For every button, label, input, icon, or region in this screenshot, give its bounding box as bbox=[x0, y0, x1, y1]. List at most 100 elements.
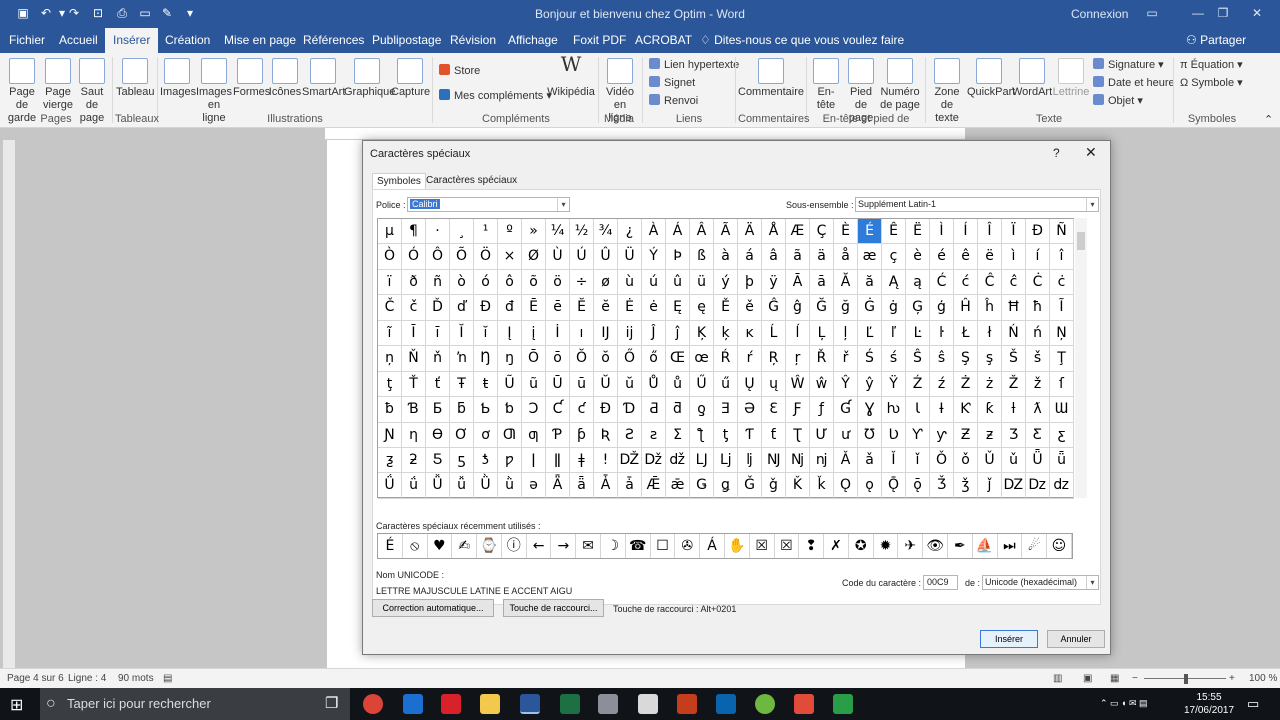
symbol-cell[interactable]: Ǚ bbox=[426, 473, 450, 499]
symbol-cell[interactable]: ǜ bbox=[498, 473, 522, 499]
symbol-cell[interactable]: š bbox=[1026, 346, 1050, 372]
symbol-cell[interactable]: ž bbox=[1026, 371, 1050, 398]
symbol-cell[interactable]: ú bbox=[642, 269, 666, 296]
symbol-cell[interactable]: ¸ bbox=[450, 219, 474, 245]
symbol-cell[interactable]: æ bbox=[858, 244, 882, 270]
tab-foxit-pdf[interactable]: Foxit PDF bbox=[573, 33, 626, 47]
symbol-cell[interactable]: Ĭ bbox=[450, 320, 474, 347]
symbol-cell[interactable]: ŏ bbox=[594, 346, 618, 372]
symbol-cell[interactable]: Â bbox=[690, 219, 714, 245]
symbol-cell[interactable]: Ǒ bbox=[930, 447, 954, 474]
symbol-cell[interactable]: Ǝ bbox=[714, 397, 738, 423]
symbol-cell[interactable]: đ bbox=[498, 295, 522, 321]
symbol-cell[interactable]: ı bbox=[570, 320, 594, 347]
symbol-cell[interactable]: Ɵ bbox=[426, 422, 450, 448]
symbol-cell[interactable]: ƞ bbox=[402, 422, 426, 448]
commentaire-button[interactable]: Commentaire bbox=[738, 58, 804, 99]
symbol-cell[interactable]: ù bbox=[618, 269, 642, 296]
symbol-cell[interactable]: Ő bbox=[618, 346, 642, 372]
proofing-icon[interactable]: ▤ bbox=[163, 673, 172, 684]
symbol-cell[interactable]: Ĩ bbox=[1050, 295, 1074, 321]
symbol-cell[interactable]: Ķ bbox=[690, 320, 714, 347]
tell-me-search[interactable]: ♢ Dites-nous ce que vous voulez faire bbox=[700, 33, 904, 47]
symbol-cell[interactable]: ǚ bbox=[450, 473, 474, 499]
tab-affichage[interactable]: Affichage bbox=[508, 33, 558, 47]
symbol-cell[interactable]: Ů bbox=[642, 371, 666, 398]
symbol-cell[interactable]: Ġ bbox=[858, 295, 882, 321]
app-icon[interactable] bbox=[598, 694, 618, 714]
code-format-select[interactable]: Unicode (hexadécimal) ▾ bbox=[982, 575, 1099, 590]
symbol-cell[interactable]: Ʒ bbox=[1002, 422, 1026, 448]
symbol-cell[interactable]: Đ bbox=[474, 295, 498, 321]
symbol-cell[interactable]: ŧ bbox=[474, 371, 498, 398]
symbol-cell[interactable]: ǭ bbox=[906, 473, 930, 499]
signature-button[interactable]: Signature ▾ bbox=[1093, 58, 1164, 71]
zoom-slider-thumb[interactable] bbox=[1184, 674, 1188, 684]
formes-button[interactable]: Formes bbox=[233, 58, 270, 99]
symbol-cell[interactable]: ă bbox=[858, 269, 882, 296]
images-button[interactable]: Images bbox=[160, 58, 196, 99]
symbol-cell[interactable]: ĕ bbox=[594, 295, 618, 321]
symbol-cell[interactable]: ę bbox=[690, 295, 714, 321]
symbol-cell[interactable]: ũ bbox=[522, 371, 546, 398]
symbol-cell[interactable]: ń bbox=[1026, 320, 1050, 347]
symbol-cell[interactable]: Ž bbox=[1002, 371, 1026, 398]
symbol-cell[interactable]: î bbox=[1050, 244, 1074, 270]
chrome-icon[interactable] bbox=[363, 694, 383, 714]
symbol-cell[interactable]: Ɓ bbox=[402, 397, 426, 423]
symbol-cell[interactable]: ǟ bbox=[570, 473, 594, 499]
symbol-cell[interactable]: ĥ bbox=[978, 295, 1002, 321]
symbol-cell[interactable]: ư bbox=[834, 422, 858, 448]
shortcut-key-button[interactable]: Touche de raccourci... bbox=[503, 599, 604, 617]
notifications-icon[interactable]: ▭ bbox=[1247, 696, 1259, 712]
symbol-cell[interactable]: ¾ bbox=[594, 219, 618, 245]
symbol-grid[interactable]: µ ¶ · ¸ ¹ º» ¼ ½ ¾ ¿ À Á Â Ã Ä Å Æ Ç È É Ê Ë Ì Í Î Ï Ð Ñ Ò Ó Ô Õ Ö × Ø Ù Ú Û Ü… bbox=[377, 218, 1074, 499]
symbol-cell[interactable]: ó bbox=[474, 269, 498, 296]
symbol-cell[interactable]: ī bbox=[426, 320, 450, 347]
recent-symbol-cell[interactable]: ✍ bbox=[452, 534, 478, 558]
symbol-cell[interactable]: ā bbox=[810, 269, 834, 296]
symbol-cell[interactable]: à bbox=[714, 244, 738, 270]
recent-symbol-cell[interactable]: ⓘ bbox=[502, 534, 527, 558]
camtasia-icon[interactable] bbox=[833, 694, 853, 714]
symbol-cell[interactable]: Ű bbox=[690, 371, 714, 398]
symbol-cell[interactable]: ǥ bbox=[714, 473, 738, 499]
symbol-cell[interactable]: Ç bbox=[810, 219, 834, 245]
help-button[interactable]: ? bbox=[1053, 146, 1060, 160]
symbol-cell[interactable]: ö bbox=[546, 269, 570, 296]
insert-button[interactable]: Insérer bbox=[980, 630, 1038, 648]
subset-select[interactable]: Supplément Latin-1 ▾ bbox=[855, 197, 1099, 212]
symbol-cell[interactable]: Ǯ bbox=[930, 473, 954, 499]
wikipedia-button[interactable]: W Wikipédia bbox=[547, 54, 595, 99]
symbol-cell[interactable]: Ě bbox=[714, 295, 738, 321]
symbol-cell[interactable]: â bbox=[762, 244, 786, 270]
recent-symbol-cell[interactable]: Á bbox=[700, 534, 725, 558]
symbol-cell[interactable]: Ʃ bbox=[666, 422, 690, 448]
symbol-cell[interactable]: Ǡ bbox=[594, 473, 618, 499]
symbol-cell[interactable]: ǆ bbox=[666, 447, 690, 474]
symbol-cell[interactable]: ƈ bbox=[570, 397, 594, 423]
symbol-cell[interactable]: Ə bbox=[738, 397, 762, 423]
symbol-cell[interactable]: Ð bbox=[1026, 219, 1050, 245]
web-layout-icon[interactable]: ▦ bbox=[1110, 673, 1119, 684]
symbol-cell[interactable]: Ď bbox=[426, 295, 450, 321]
symbol-cell[interactable]: ŭ bbox=[618, 371, 642, 398]
symbol-cell[interactable]: Ñ bbox=[1050, 219, 1074, 245]
equation-button[interactable]: π Équation ▾ bbox=[1180, 58, 1243, 71]
symbol-cell[interactable]: ķ bbox=[714, 320, 738, 347]
symbol-cell[interactable]: Ō bbox=[522, 346, 546, 372]
symbol-cell[interactable]: ÷ bbox=[570, 269, 594, 296]
symbol-cell[interactable]: ƀ bbox=[378, 397, 402, 423]
symbol-cell[interactable]: Ǌ bbox=[762, 447, 786, 474]
symbol-cell[interactable]: û bbox=[666, 269, 690, 296]
symbol-cell[interactable]: Ź bbox=[906, 371, 930, 398]
symbol-cell[interactable]: Ù bbox=[546, 244, 570, 270]
symbol-cell[interactable]: Ĕ bbox=[570, 295, 594, 321]
symbol-grid-scrollbar[interactable] bbox=[1075, 218, 1087, 498]
symbol-cell[interactable]: Ǎ bbox=[834, 447, 858, 474]
symbol-cell[interactable]: Û bbox=[594, 244, 618, 270]
recent-symbol-cell[interactable]: ✒ bbox=[948, 534, 973, 558]
symbol-cell[interactable]: Ë bbox=[906, 219, 930, 245]
file-explorer-icon[interactable] bbox=[480, 694, 500, 714]
symbol-cell[interactable]: ƥ bbox=[570, 422, 594, 448]
